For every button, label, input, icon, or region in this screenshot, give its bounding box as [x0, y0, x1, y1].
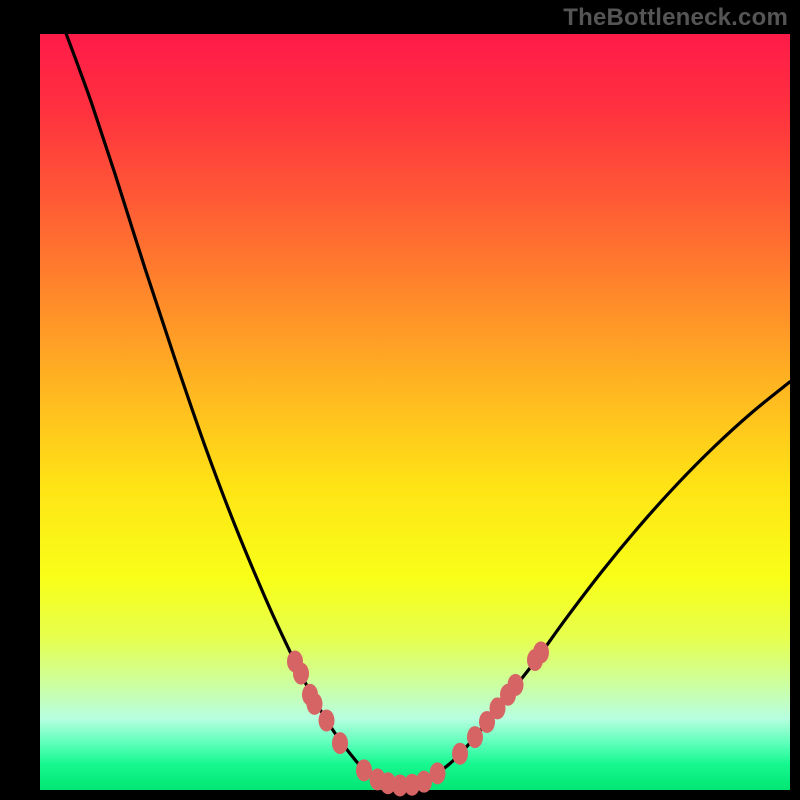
- data-marker: [508, 674, 524, 696]
- data-marker: [467, 726, 483, 748]
- data-marker: [533, 641, 549, 663]
- data-marker: [307, 693, 323, 715]
- data-marker: [430, 762, 446, 784]
- chart-svg: [0, 0, 800, 800]
- data-marker: [452, 743, 468, 765]
- chart-frame: TheBottleneck.com: [0, 0, 800, 800]
- data-marker: [332, 732, 348, 754]
- attribution-label: TheBottleneck.com: [563, 4, 788, 32]
- plot-background: [40, 34, 790, 790]
- data-marker: [293, 663, 309, 685]
- data-marker: [319, 709, 335, 731]
